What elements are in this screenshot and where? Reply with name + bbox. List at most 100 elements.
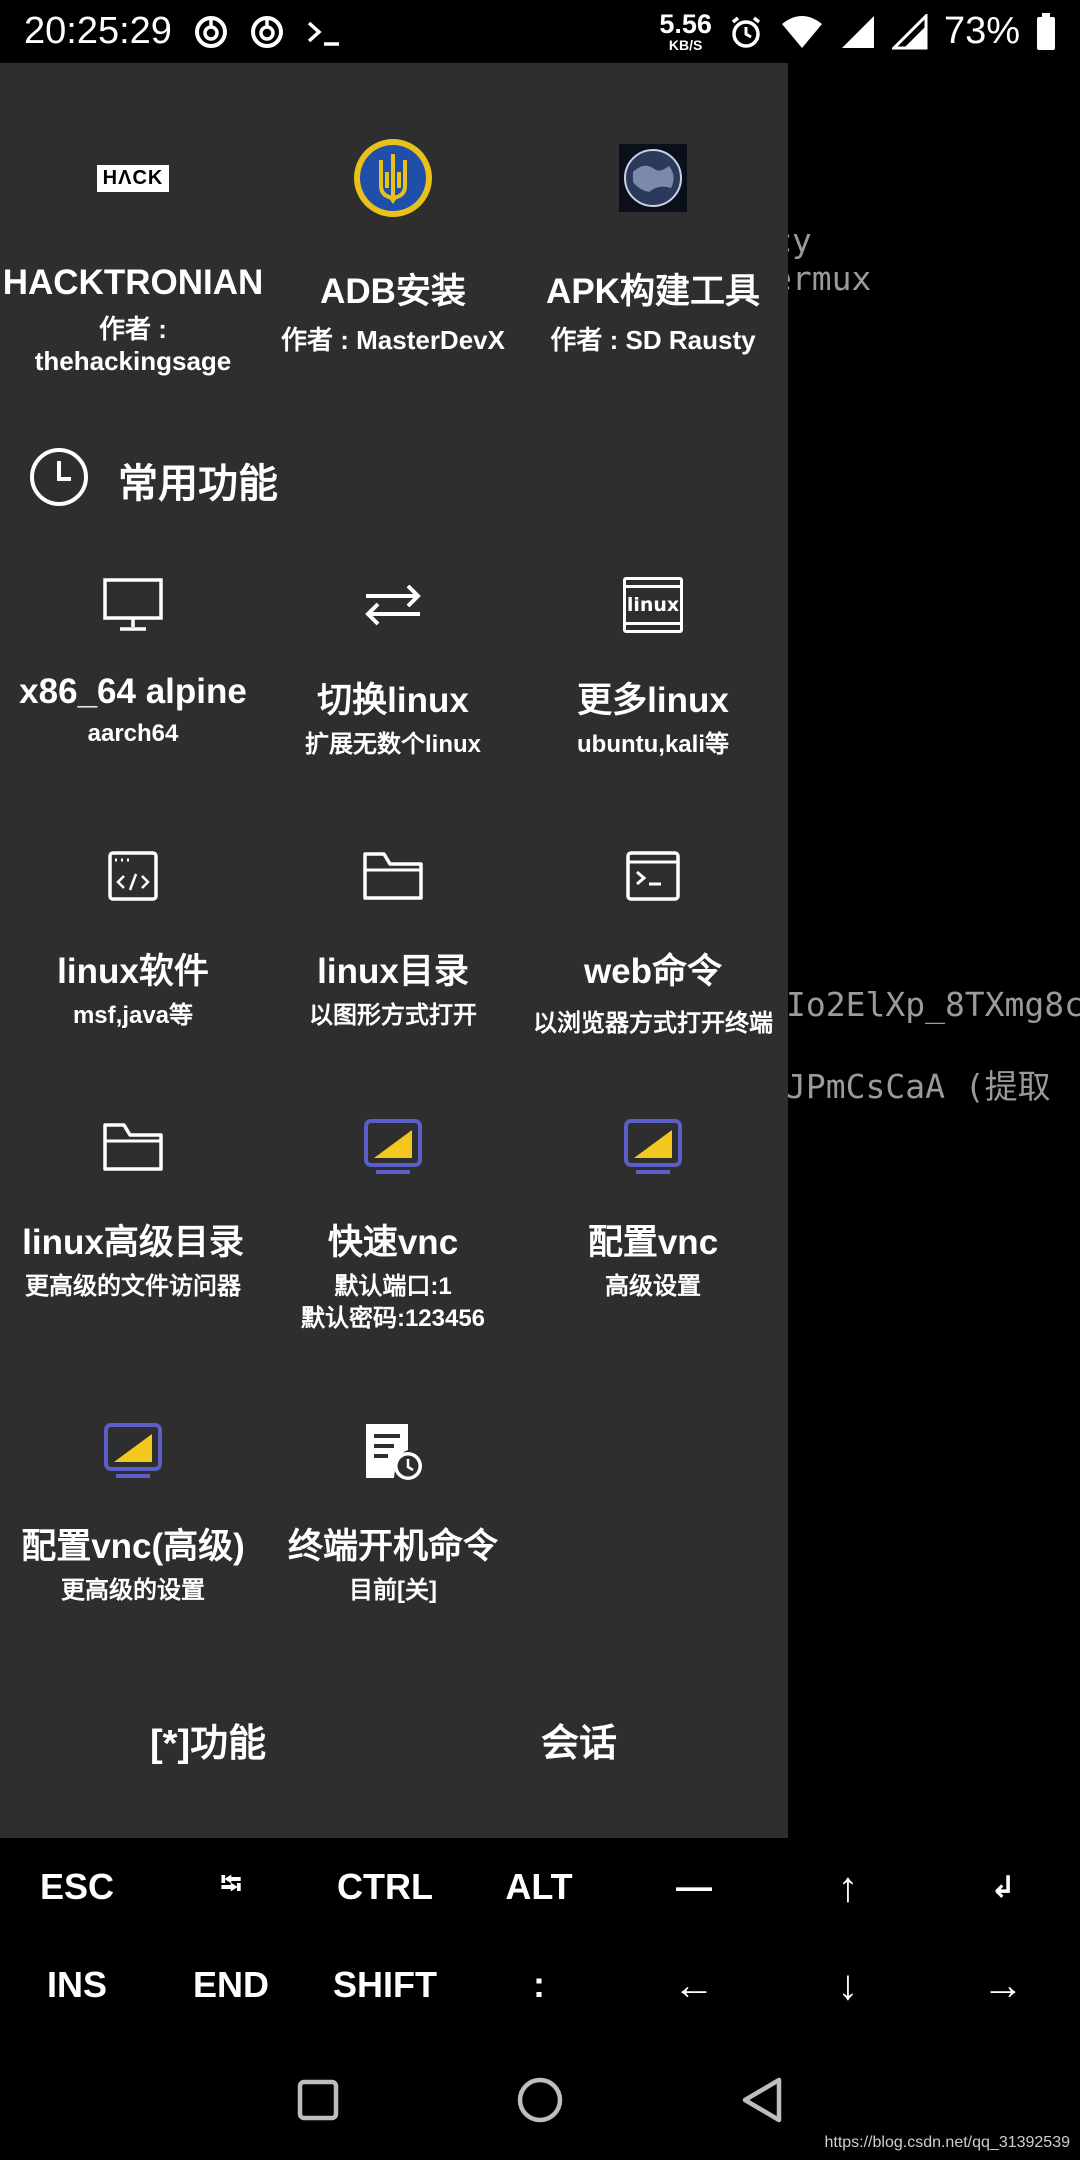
feature-title: linux目录 <box>317 952 469 991</box>
vnc-monitor-icon <box>262 1102 524 1192</box>
navigation-drawer: HΛCK HACKTRONIAN 作者 : thehackingsage ADB… <box>0 63 788 1838</box>
terminal-line: Io2ElXp_8TXmg8c <box>786 985 1080 1024</box>
feature-subtitle: 更高级的文件访问器 <box>25 1273 241 1300</box>
plugin-author: 作者 : <box>99 314 167 344</box>
signal-icon <box>891 13 928 50</box>
key-ctrl[interactable]: CTRL <box>308 1838 462 1936</box>
feature-subtitle: 以浏览器方式打开终端 <box>533 1010 773 1037</box>
feature-subtitle: 更高级的设置 <box>61 1577 205 1604</box>
feature-more-linux[interactable]: linux 更多linux ubuntu,kali等 <box>522 560 784 761</box>
feature-title: 更多linux <box>577 681 729 720</box>
feature-subtitle-2: 默认密码:123456 <box>300 1305 486 1332</box>
feature-configure-vnc-advanced[interactable]: 配置vnc(高级) 更高级的设置 <box>2 1406 264 1607</box>
watermark: https://blog.csdn.net/qq_31392539 <box>824 2134 1070 2151</box>
wifi-icon <box>780 14 824 50</box>
feature-x86-alpine[interactable]: x86_64 alpine aarch64 <box>2 560 264 750</box>
netease-music-icon <box>250 15 284 49</box>
back-button[interactable] <box>722 2060 802 2140</box>
terminal-window-icon <box>522 831 784 921</box>
plugin-author: 作者 : MasterDevX <box>281 325 505 355</box>
feature-title: 配置vnc <box>587 1223 719 1262</box>
feature-subtitle: 目前[关] <box>349 1577 437 1604</box>
folder-icon <box>262 831 524 921</box>
feature-title: linux高级目录 <box>22 1223 244 1262</box>
folder-icon <box>2 1102 264 1192</box>
key-up[interactable]: ↑ <box>771 1838 925 1936</box>
key-esc[interactable]: ESC <box>0 1838 154 1936</box>
plugin-title: ADB安装 <box>320 272 466 311</box>
home-button[interactable] <box>500 2060 580 2140</box>
key-ins[interactable]: INS <box>0 1936 154 2034</box>
linux-window-icon: linux <box>522 560 784 650</box>
feature-title: web命令 <box>583 952 723 991</box>
vnc-monitor-icon <box>2 1406 264 1496</box>
battery-percent: 73% <box>943 10 1020 52</box>
feature-title: x86_64 alpine <box>19 672 247 711</box>
system-navigation-bar: https://blog.csdn.net/qq_31392539 <box>0 2038 1080 2160</box>
extra-keys-bar: ESC ⭾ CTRL ALT — ↑ ↲ INS END SHIFT : ← ↓… <box>0 1838 1080 2038</box>
clock-time: 20:25:29 <box>24 10 172 52</box>
alarm-icon <box>728 14 764 50</box>
feature-title: 终端开机命令 <box>287 1527 498 1566</box>
feature-linux-advanced-directory[interactable]: linux高级目录 更高级的文件访问器 <box>2 1102 264 1303</box>
signal-icon <box>840 14 876 50</box>
key-down[interactable]: ↓ <box>771 1936 925 2034</box>
feature-switch-linux[interactable]: 切换linux 扩展无数个linux <box>262 560 524 761</box>
feature-quick-vnc[interactable]: 快速vnc 默认端口:1 默认密码:123456 <box>262 1102 524 1335</box>
functions-button[interactable]: [*]功能 <box>150 1712 266 1767</box>
terminal-line: JPmCsCaA (提取 <box>786 1067 1051 1106</box>
circle-icon <box>517 2077 563 2123</box>
terminal-icon <box>306 15 342 49</box>
feature-subtitle: 扩展无数个linux <box>304 731 481 758</box>
key-enter[interactable]: ↲ <box>926 1838 1080 1936</box>
key-tab[interactable]: ⭾ <box>154 1838 308 1936</box>
feature-subtitle: 以图形方式打开 <box>309 1002 477 1029</box>
feature-startup-command[interactable]: 终端开机命令 目前[关] <box>262 1406 524 1607</box>
feature-configure-vnc[interactable]: 配置vnc 高级设置 <box>522 1102 784 1303</box>
feature-web-command[interactable]: web命令 以浏览器方式打开终端 <box>522 831 784 1040</box>
key-right[interactable]: → <box>926 1936 1080 2034</box>
plugin-apk-builder[interactable]: APK构建工具 作者 : SD Rausty <box>522 133 784 356</box>
vnc-monitor-icon <box>522 1102 784 1192</box>
plugin-title: HACKTRONIAN <box>2 263 264 302</box>
network-speed: 5.56 KB/S <box>659 9 712 53</box>
plugin-adb-install[interactable]: ADB安装 作者 : MasterDevX <box>262 133 524 356</box>
document-clock-icon <box>262 1406 524 1496</box>
key-dash[interactable]: — <box>617 1838 771 1936</box>
battery-icon <box>1036 12 1056 51</box>
swap-arrows-icon <box>262 560 524 650</box>
netease-music-icon <box>194 15 228 49</box>
feature-title: 快速vnc <box>327 1223 459 1262</box>
plugin-hacktronian[interactable]: HΛCK HACKTRONIAN 作者 : thehackingsage <box>2 133 264 377</box>
plugin-title: APK构建工具 <box>546 272 760 311</box>
feature-subtitle: 高级设置 <box>605 1273 701 1300</box>
feature-title: linux软件 <box>57 952 209 991</box>
triangle-back-icon <box>742 2077 782 2123</box>
feature-subtitle: 默认端口:1 <box>334 1273 452 1300</box>
key-shift[interactable]: SHIFT <box>308 1936 462 2034</box>
status-bar: 20:25:29 5.56 KB/S 73% <box>0 0 1080 63</box>
feature-subtitle: aarch64 <box>87 720 179 747</box>
feature-linux-directory[interactable]: linux目录 以图形方式打开 <box>262 831 524 1032</box>
feature-subtitle: ubuntu,kali等 <box>577 731 729 758</box>
key-left[interactable]: ← <box>617 1936 771 2034</box>
plugin-author-name: thehackingsage <box>34 346 232 376</box>
earth-icon <box>522 133 784 223</box>
feature-title: 配置vnc(高级) <box>21 1527 245 1566</box>
recent-apps-button[interactable] <box>278 2060 358 2140</box>
hack-logo: HΛCK <box>2 133 264 223</box>
code-window-icon <box>2 831 264 921</box>
feature-subtitle: msf,java等 <box>72 1002 194 1029</box>
sessions-button[interactable]: 会话 <box>541 1712 617 1767</box>
key-end[interactable]: END <box>154 1936 308 2034</box>
feature-title: 切换linux <box>317 681 469 720</box>
square-icon <box>297 2079 339 2121</box>
key-colon[interactable]: : <box>462 1936 616 2034</box>
plugin-author: 作者 : SD Rausty <box>550 325 756 355</box>
trident-emblem-icon <box>262 133 524 223</box>
clock-icon <box>28 446 90 513</box>
key-alt[interactable]: ALT <box>462 1838 616 1936</box>
feature-linux-software[interactable]: linux软件 msf,java等 <box>2 831 264 1032</box>
section-label: 常用功能 <box>118 461 278 506</box>
section-header-common-functions: 常用功能 <box>28 446 278 513</box>
